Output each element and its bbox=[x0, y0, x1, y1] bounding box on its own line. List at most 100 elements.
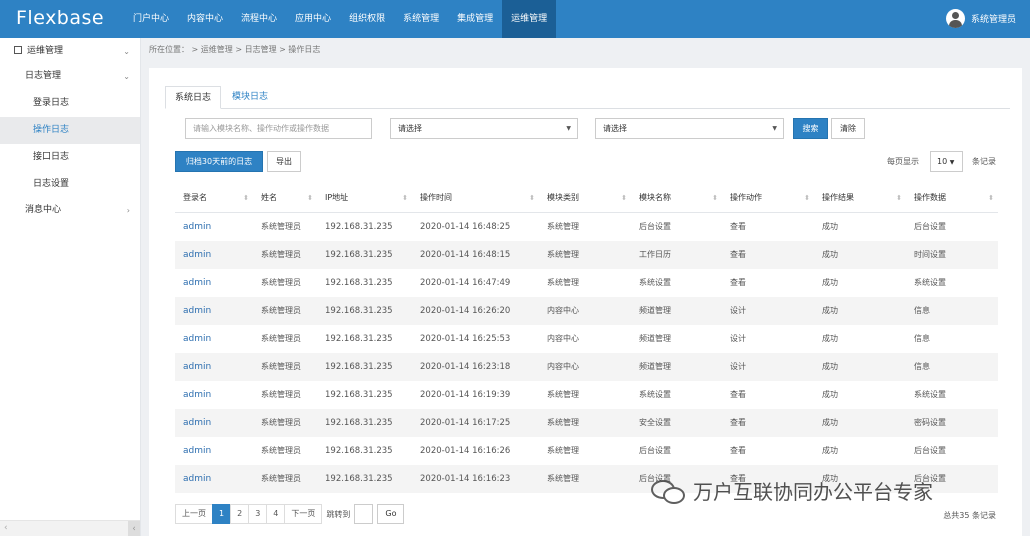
table-row[interactable]: admin 系统管理员 192.168.31.235 2020-01-14 16:47… bbox=[175, 269, 998, 297]
cell-module-name: 频道管理 bbox=[639, 306, 671, 315]
table-row[interactable]: admin 系统管理员 192.168.31.235 2020-01-14 16:25… bbox=[175, 325, 998, 353]
archive-logs-button[interactable]: 归档30天前的日志 bbox=[175, 151, 263, 172]
sort-icon[interactable]: ⬍ bbox=[402, 183, 408, 213]
app-logo[interactable]: Flexbase bbox=[16, 7, 104, 29]
clear-button[interactable]: 清除 bbox=[831, 118, 865, 139]
main-nav: 门户中心 内容中心 流程中心 应用中心 组织权限 系统管理 集成管理 运维管理 bbox=[124, 0, 557, 38]
wechat-watermark: 万户互联协同办公平台专家 bbox=[651, 476, 933, 505]
table-row[interactable]: admin 系统管理员 192.168.31.235 2020-01-14 16:16… bbox=[175, 437, 998, 465]
column-title: 操作时间 bbox=[420, 193, 452, 202]
action-select[interactable]: 请选择 ▼ bbox=[595, 118, 784, 139]
search-button[interactable]: 搜索 bbox=[793, 118, 828, 139]
cell-action: 查看 bbox=[730, 278, 746, 287]
nav-item-apps[interactable]: 应用中心 bbox=[286, 0, 340, 38]
tab-system-log[interactable]: 系统日志 bbox=[165, 86, 222, 109]
sidebar-item-operation-log[interactable]: 操作日志 bbox=[0, 117, 140, 144]
prev-page-button[interactable]: 上一页 bbox=[175, 504, 213, 524]
cell-login[interactable]: admin bbox=[175, 465, 253, 493]
cell-module-category: 内容中心 bbox=[547, 306, 579, 315]
module-category-select[interactable]: 请选择 ▼ bbox=[390, 118, 578, 139]
user-menu[interactable]: 系统管理员 bbox=[945, 9, 1016, 28]
menu-section-icon bbox=[14, 46, 22, 54]
sidebar-group-log-management[interactable]: 日志管理 ⌄ bbox=[0, 63, 140, 90]
table-row[interactable]: admin 系统管理员 192.168.31.235 2020-01-14 16:26… bbox=[175, 297, 998, 325]
nav-item-integration[interactable]: 集成管理 bbox=[448, 0, 502, 38]
table-row[interactable]: admin 系统管理员 192.168.31.235 2020-01-14 16:17… bbox=[175, 409, 998, 437]
sidebar-item-interface-log[interactable]: 接口日志 bbox=[0, 144, 140, 171]
sort-icon[interactable]: ⬍ bbox=[307, 183, 313, 213]
nav-item-portal[interactable]: 门户中心 bbox=[124, 0, 178, 38]
cell-login[interactable]: admin bbox=[175, 381, 253, 409]
main-panel: 系统日志 模块日志 请输入模块名称、操作动作或操作数据 请选择 ▼ 请选择 ▼ … bbox=[149, 68, 1022, 536]
cell-time: 2020-01-14 16:23:18 bbox=[420, 362, 511, 372]
page-4-button[interactable]: 4 bbox=[266, 504, 286, 524]
column-title: 操作结果 bbox=[822, 193, 854, 202]
sidebar-scrollbar[interactable]: ‹ ‹ bbox=[0, 520, 140, 536]
cell-login[interactable]: admin bbox=[175, 325, 253, 353]
pagination: 上一页 1 2 3 4 下一页 跳转到 Go bbox=[175, 504, 405, 524]
cell-login[interactable]: admin bbox=[175, 269, 253, 297]
cell-login[interactable]: admin bbox=[175, 437, 253, 465]
sort-icon[interactable]: ⬍ bbox=[621, 183, 627, 213]
scroll-left-icon[interactable]: ‹ bbox=[4, 523, 8, 533]
scroll-right-icon[interactable]: ‹ bbox=[128, 521, 140, 536]
tab-module-log[interactable]: 模块日志 bbox=[223, 86, 277, 109]
column-header-ip[interactable]: IP地址 ⬍ bbox=[317, 183, 412, 212]
column-header-name[interactable]: 姓名 ⬍ bbox=[253, 183, 317, 212]
jump-page-input[interactable] bbox=[354, 504, 374, 524]
cell-result: 成功 bbox=[822, 250, 838, 259]
column-header-login[interactable]: 登录名 ⬍ bbox=[175, 183, 253, 212]
nav-item-operations[interactable]: 运维管理 bbox=[502, 0, 557, 38]
table-row[interactable]: admin 系统管理员 192.168.31.235 2020-01-14 16:19… bbox=[175, 381, 998, 409]
cell-login[interactable]: admin bbox=[175, 409, 253, 437]
column-header-data[interactable]: 操作数据 ⬍ bbox=[906, 183, 998, 212]
total-records: 总共35 条记录 bbox=[943, 511, 996, 520]
sort-icon[interactable]: ⬍ bbox=[529, 183, 535, 213]
cell-action: 设计 bbox=[730, 306, 746, 315]
sort-icon[interactable]: ⬍ bbox=[712, 183, 718, 213]
column-header-time[interactable]: 操作时间 ⬍ bbox=[412, 183, 539, 212]
table-row[interactable]: admin 系统管理员 192.168.31.235 2020-01-14 16:48… bbox=[175, 241, 998, 269]
sidebar-item-log-settings[interactable]: 日志设置 bbox=[0, 171, 140, 198]
sort-icon[interactable]: ⬍ bbox=[804, 183, 810, 213]
column-header-module-category[interactable]: 模块类别 ⬍ bbox=[539, 183, 631, 212]
nav-item-system[interactable]: 系统管理 bbox=[394, 0, 448, 38]
cell-login[interactable]: admin bbox=[175, 213, 253, 241]
page-size-select[interactable]: 10 ▼ bbox=[930, 151, 963, 172]
cell-time: 2020-01-14 16:26:20 bbox=[420, 306, 511, 316]
column-header-action[interactable]: 操作动作 ⬍ bbox=[722, 183, 814, 212]
select-value: 请选择 bbox=[603, 124, 627, 133]
sort-icon[interactable]: ⬍ bbox=[896, 183, 902, 213]
avatar[interactable] bbox=[945, 9, 965, 28]
cell-action: 查看 bbox=[730, 250, 746, 259]
cell-time: 2020-01-14 16:25:53 bbox=[420, 334, 511, 344]
sidebar-section-operations[interactable]: 运维管理 ⌄ bbox=[0, 38, 140, 65]
table-row[interactable]: admin 系统管理员 192.168.31.235 2020-01-14 16:48… bbox=[175, 213, 998, 241]
table-body: admin 系统管理员 192.168.31.235 2020-01-14 16:48… bbox=[175, 213, 998, 493]
operation-log-table: 登录名 ⬍ 姓名 ⬍ IP地址 ⬍ 操作时间 ⬍ 模块类别 ⬍ 模块名称 ⬍ 操作动作 ⬍ 操… bbox=[175, 183, 998, 493]
next-page-button[interactable]: 下一页 bbox=[284, 504, 323, 524]
export-button[interactable]: 导出 bbox=[267, 151, 301, 172]
user-name[interactable]: 系统管理员 bbox=[971, 12, 1016, 25]
cell-login[interactable]: admin bbox=[175, 297, 253, 325]
column-header-module-name[interactable]: 模块名称 ⬍ bbox=[631, 183, 722, 212]
sidebar-item-message-center[interactable]: 消息中心 › bbox=[0, 197, 140, 224]
table-row[interactable]: admin 系统管理员 192.168.31.235 2020-01-14 16:23… bbox=[175, 353, 998, 381]
column-title: 姓名 bbox=[261, 193, 277, 202]
sidebar-item-login-log[interactable]: 登录日志 bbox=[0, 90, 140, 117]
cell-result: 成功 bbox=[822, 306, 838, 315]
page-1-button[interactable]: 1 bbox=[212, 504, 232, 524]
column-header-result[interactable]: 操作结果 ⬍ bbox=[814, 183, 906, 212]
sort-icon[interactable]: ⬍ bbox=[243, 183, 249, 213]
cell-name: 系统管理员 bbox=[261, 418, 301, 427]
cell-login[interactable]: admin bbox=[175, 353, 253, 381]
sort-icon[interactable]: ⬍ bbox=[988, 183, 994, 213]
cell-login[interactable]: admin bbox=[175, 241, 253, 269]
search-input[interactable]: 请输入模块名称、操作动作或操作数据 bbox=[185, 118, 372, 139]
page-2-button[interactable]: 2 bbox=[230, 504, 250, 524]
page-3-button[interactable]: 3 bbox=[248, 504, 268, 524]
nav-item-workflow[interactable]: 流程中心 bbox=[232, 0, 286, 38]
nav-item-content[interactable]: 内容中心 bbox=[178, 0, 232, 38]
go-button[interactable]: Go bbox=[377, 504, 405, 524]
nav-item-org-permissions[interactable]: 组织权限 bbox=[340, 0, 394, 38]
